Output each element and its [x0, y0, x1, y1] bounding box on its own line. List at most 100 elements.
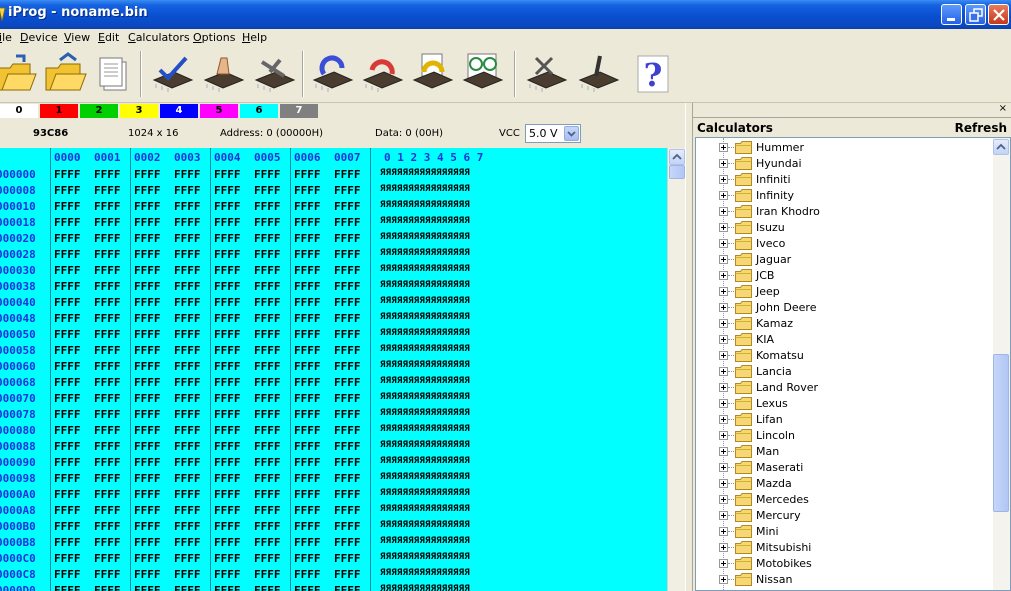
hex-ascii[interactable]: ЯЯЯЯЯЯЯЯЯЯЯЯЯЯЯЯ [380, 328, 470, 338]
hex-cell[interactable]: FFFF [54, 216, 81, 229]
menu-options[interactable]: Options [193, 31, 235, 44]
hex-ascii[interactable]: ЯЯЯЯЯЯЯЯЯЯЯЯЯЯЯЯ [380, 376, 470, 386]
hex-cell[interactable]: FFFF [134, 440, 161, 453]
hex-cell[interactable]: FFFF [94, 504, 121, 517]
expand-icon[interactable] [719, 303, 728, 312]
hex-cell[interactable]: FFFF [254, 440, 281, 453]
hex-cell[interactable]: FFFF [214, 280, 241, 293]
tree-item[interactable]: Jeep [696, 284, 992, 300]
hex-cell[interactable]: FFFF [94, 472, 121, 485]
hex-cell[interactable]: FFFF [94, 536, 121, 549]
hex-cell[interactable]: FFFF [214, 520, 241, 533]
hex-cell[interactable]: FFFF [254, 280, 281, 293]
hex-cell[interactable]: FFFF [254, 344, 281, 357]
hex-ascii[interactable]: ЯЯЯЯЯЯЯЯЯЯЯЯЯЯЯЯ [380, 360, 470, 370]
write-button[interactable] [358, 50, 408, 100]
menu-calculators[interactable]: Calculators [128, 31, 190, 44]
hex-cell[interactable]: FFFF [54, 536, 81, 549]
expand-icon[interactable] [719, 479, 728, 488]
hex-ascii[interactable]: ЯЯЯЯЯЯЯЯЯЯЯЯЯЯЯЯ [380, 440, 470, 450]
hex-cell[interactable]: FFFF [54, 392, 81, 405]
hex-cell[interactable]: FFFF [134, 360, 161, 373]
hex-cell[interactable]: FFFF [174, 248, 201, 261]
restore-button[interactable] [965, 4, 986, 25]
hex-cell[interactable]: FFFF [214, 248, 241, 261]
hex-cell[interactable]: FFFF [134, 456, 161, 469]
hex-cell[interactable]: FFFF [54, 200, 81, 213]
menu-help[interactable]: Help [242, 31, 267, 44]
hex-cell[interactable]: FFFF [294, 440, 321, 453]
tree-item[interactable]: Maserati [696, 460, 992, 476]
hex-cell[interactable]: FFFF [254, 248, 281, 261]
hex-ascii[interactable]: ЯЯЯЯЯЯЯЯЯЯЯЯЯЯЯЯ [380, 424, 470, 434]
hex-ascii[interactable]: ЯЯЯЯЯЯЯЯЯЯЯЯЯЯЯЯ [380, 184, 470, 194]
hex-cell[interactable]: FFFF [54, 584, 81, 591]
hex-cell[interactable]: FFFF [214, 360, 241, 373]
hex-cell[interactable]: FFFF [294, 552, 321, 565]
hex-ascii[interactable]: ЯЯЯЯЯЯЯЯЯЯЯЯЯЯЯЯ [380, 392, 470, 402]
hex-cell[interactable]: FFFF [174, 408, 201, 421]
tree-item[interactable]: Hyundai [696, 156, 992, 172]
hex-cell[interactable]: FFFF [334, 568, 361, 581]
hex-cell[interactable]: FFFF [334, 552, 361, 565]
tree-item[interactable]: Infiniti [696, 172, 992, 188]
hex-cell[interactable]: FFFF [254, 376, 281, 389]
hex-cell[interactable]: FFFF [294, 504, 321, 517]
hex-cell[interactable]: FFFF [54, 264, 81, 277]
hex-cell[interactable]: FFFF [174, 296, 201, 309]
hex-cell[interactable]: FFFF [54, 376, 81, 389]
hex-cell[interactable]: FFFF [294, 184, 321, 197]
hex-cell[interactable]: FFFF [334, 520, 361, 533]
hex-cell[interactable]: FFFF [54, 232, 81, 245]
hex-cell[interactable]: FFFF [94, 408, 121, 421]
tree-item[interactable]: Iran Khodro [696, 204, 992, 220]
hex-cell[interactable]: FFFF [214, 232, 241, 245]
hex-cell[interactable]: FFFF [54, 248, 81, 261]
hex-ascii[interactable]: ЯЯЯЯЯЯЯЯЯЯЯЯЯЯЯЯ [380, 456, 470, 466]
hex-cell[interactable]: FFFF [94, 392, 121, 405]
expand-icon[interactable] [719, 207, 728, 216]
tree-scroll-thumb[interactable] [993, 354, 1009, 512]
hex-ascii[interactable]: ЯЯЯЯЯЯЯЯЯЯЯЯЯЯЯЯ [380, 216, 470, 226]
hex-cell[interactable]: FFFF [294, 392, 321, 405]
tree-item[interactable]: Mitsubishi [696, 540, 992, 556]
hex-ascii[interactable]: ЯЯЯЯЯЯЯЯЯЯЯЯЯЯЯЯ [380, 408, 470, 418]
hex-cell[interactable]: FFFF [214, 312, 241, 325]
tree-item[interactable]: Mercedes [696, 492, 992, 508]
tree-item[interactable]: Lexus [696, 396, 992, 412]
hex-cell[interactable]: FFFF [134, 184, 161, 197]
hex-cell[interactable]: FFFF [294, 200, 321, 213]
hex-cell[interactable]: FFFF [334, 168, 361, 181]
hex-cell[interactable]: FFFF [134, 424, 161, 437]
hex-cell[interactable]: FFFF [54, 568, 81, 581]
compare-button[interactable] [458, 50, 508, 100]
hex-cell[interactable]: FFFF [214, 504, 241, 517]
hex-cell[interactable]: FFFF [254, 232, 281, 245]
hex-cell[interactable]: FFFF [254, 360, 281, 373]
hex-cell[interactable]: FFFF [94, 584, 121, 591]
hex-cell[interactable]: FFFF [214, 328, 241, 341]
expand-icon[interactable] [719, 175, 728, 184]
hex-cell[interactable]: FFFF [134, 344, 161, 357]
hex-cell[interactable]: FFFF [94, 232, 121, 245]
tree-item[interactable]: Nissan [696, 572, 992, 588]
hex-cell[interactable]: FFFF [174, 328, 201, 341]
hex-ascii[interactable]: ЯЯЯЯЯЯЯЯЯЯЯЯЯЯЯЯ [380, 200, 470, 210]
hex-cell[interactable]: FFFF [254, 216, 281, 229]
tree-item[interactable]: Motobikes [696, 556, 992, 572]
hex-ascii[interactable]: ЯЯЯЯЯЯЯЯЯЯЯЯЯЯЯЯ [380, 472, 470, 482]
hex-ascii[interactable]: ЯЯЯЯЯЯЯЯЯЯЯЯЯЯЯЯ [380, 552, 470, 562]
tree-item[interactable]: Man [696, 444, 992, 460]
hex-cell[interactable]: FFFF [294, 456, 321, 469]
hex-cell[interactable]: FFFF [254, 488, 281, 501]
hex-ascii[interactable]: ЯЯЯЯЯЯЯЯЯЯЯЯЯЯЯЯ [380, 264, 470, 274]
hex-cell[interactable]: FFFF [94, 424, 121, 437]
hex-ascii[interactable]: ЯЯЯЯЯЯЯЯЯЯЯЯЯЯЯЯ [380, 488, 470, 498]
tree-item[interactable]: Mini [696, 524, 992, 540]
hex-cell[interactable]: FFFF [334, 440, 361, 453]
new-document-button[interactable] [90, 50, 140, 100]
expand-icon[interactable] [719, 367, 728, 376]
hex-cell[interactable]: FFFF [214, 376, 241, 389]
hex-cell[interactable]: FFFF [174, 376, 201, 389]
read-button[interactable] [308, 50, 358, 100]
